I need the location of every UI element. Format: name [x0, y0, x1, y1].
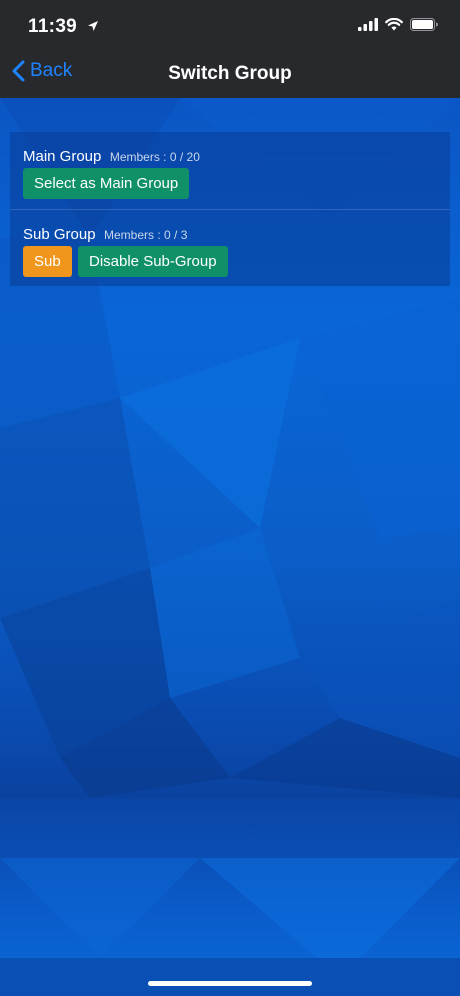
group-panel: Main Group Members : 0 / 20 Select as Ma…	[10, 132, 450, 286]
status-indicators	[358, 18, 438, 31]
status-time: 11:39	[28, 16, 78, 37]
main-group-row: Main Group Members : 0 / 20 Select as Ma…	[10, 132, 450, 209]
sub-group-heading: Sub Group Members : 0 / 3	[23, 226, 187, 244]
main-group-name: Main Group	[23, 148, 102, 165]
wifi-icon	[385, 18, 403, 31]
status-bar: 11:39	[0, 0, 460, 50]
screen: 11:39 Back Switch Group Main Group Membe…	[0, 0, 460, 996]
signal-icon	[358, 18, 378, 31]
sub-group-name: Sub Group	[23, 226, 96, 243]
location-arrow-icon	[88, 21, 98, 31]
battery-icon	[410, 18, 438, 31]
select-main-group-button[interactable]: Select as Main Group	[23, 168, 190, 199]
sub-group-members: Members : 0 / 3	[104, 228, 188, 242]
navigation-bar: Back Switch Group	[0, 50, 460, 99]
home-indicator[interactable]	[148, 981, 312, 986]
main-group-members: Members : 0 / 20	[109, 150, 200, 164]
sub-group-row: Sub Group Members : 0 / 3 Sub Disable Su…	[10, 209, 450, 287]
sub-button[interactable]: Sub	[23, 246, 72, 277]
disable-sub-group-button[interactable]: Disable Sub-Group	[78, 246, 228, 277]
page-title: Switch Group	[168, 63, 292, 84]
main-group-heading: Main Group Members : 0 / 20	[23, 148, 200, 166]
home-bar-area	[0, 958, 460, 996]
